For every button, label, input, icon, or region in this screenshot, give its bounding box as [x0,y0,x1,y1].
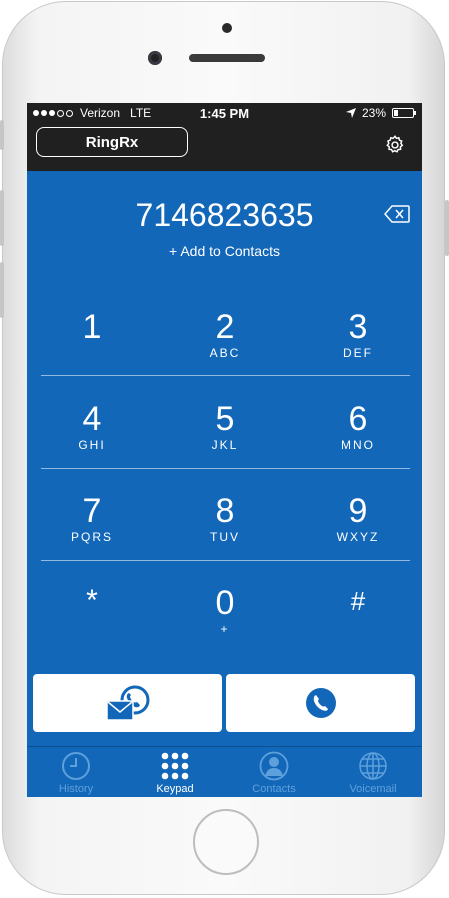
battery-percent: 23% [361,106,386,120]
dialed-number: 7146823635 [135,197,314,233]
person-icon [259,751,289,781]
keypad-divider [41,560,410,561]
front-camera [148,51,162,65]
key-7[interactable]: 7 PQRS [32,492,152,570]
key-digit: 8 [215,492,235,530]
gear-icon[interactable] [384,134,406,156]
key-digit: 5 [215,400,235,438]
key-letters: TUV [210,530,240,544]
key-8[interactable]: 8 TUV [165,492,285,570]
phone-icon [306,688,336,718]
key-digit: 9 [348,492,368,530]
add-to-contacts-link[interactable]: + Add to Contacts [27,243,422,259]
key-digit: 7 [82,492,102,530]
key-digit: * [86,584,98,617]
volume-up-button [0,190,4,246]
power-button [445,200,449,256]
tab-voicemail[interactable]: Voicemail [324,751,422,795]
key-star[interactable]: * [32,584,152,662]
tab-bar: History Keypad Contacts Voicemail [27,746,422,797]
call-button[interactable] [226,674,415,732]
key-digit: 4 [82,400,102,438]
key-5[interactable]: 5 JKL [165,400,285,478]
home-button[interactable] [193,809,259,875]
volume-down-button [0,262,4,318]
key-0[interactable]: 0 + [165,584,285,662]
key-letters: WXYZ [336,530,380,544]
status-bar: Verizon LTE 1:45 PM 23% [27,106,422,122]
key-digit: # [350,586,366,616]
app-screen: Verizon LTE 1:45 PM 23% RingRx 714682363… [27,103,422,797]
key-digit: 6 [348,400,368,438]
key-letters: DEF [343,346,373,360]
mute-switch [0,120,4,150]
globe-icon [359,752,387,780]
key-letters: PQRS [70,530,113,544]
battery-level [394,110,398,116]
top-bar: Verizon LTE 1:45 PM 23% RingRx [27,103,422,171]
tab-label: Keypad [156,783,194,795]
battery-icon [392,108,416,118]
keypad-divider [41,375,410,376]
key-letters: + [220,622,230,636]
key-digit: 1 [82,308,102,346]
key-letters: JKL [211,438,239,452]
earpiece-speaker [189,54,265,62]
tab-label: Contacts [252,783,296,795]
key-digit: 3 [348,308,368,346]
tab-contacts[interactable]: Contacts [225,751,323,795]
key-9[interactable]: 9 WXYZ [298,492,418,570]
key-digit: 2 [215,308,235,346]
voicemail-call-button[interactable] [33,674,222,732]
keypad-divider [41,468,410,469]
tab-label: Voicemail [349,783,397,795]
clock-icon [62,752,90,780]
key-digit: 0 [215,584,235,622]
app-title-button[interactable]: RingRx [36,127,188,157]
key-letters: MNO [341,438,375,452]
tab-keypad[interactable]: Keypad [126,751,224,795]
key-6[interactable]: 6 MNO [298,400,418,478]
tab-history[interactable]: History [27,751,125,795]
backspace-icon[interactable] [384,205,410,223]
tab-label: History [58,783,94,795]
key-hash[interactable]: # [298,584,418,662]
location-arrow-icon [345,108,356,118]
proximity-sensor [222,23,232,33]
envelope-phone-icon [106,685,150,721]
key-4[interactable]: 4 GHI [32,400,152,478]
keypad-grid-icon [161,752,189,780]
key-letters: ABC [209,346,241,360]
key-letters: GHI [78,438,106,452]
